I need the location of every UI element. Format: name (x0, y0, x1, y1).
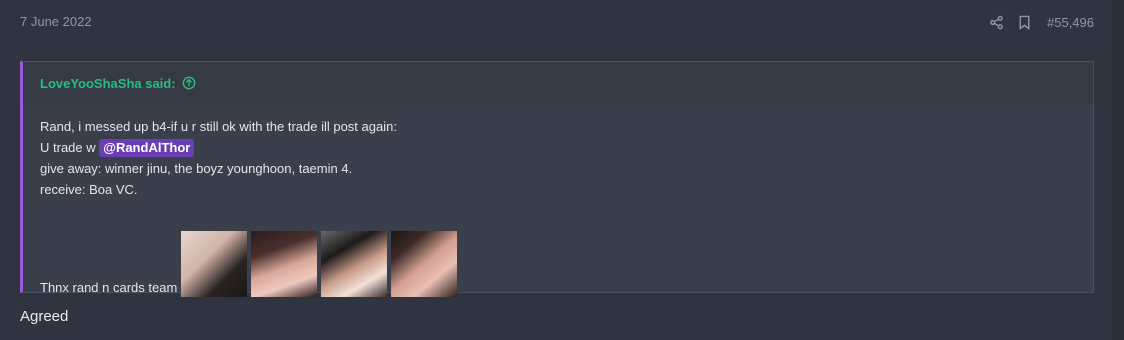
thanks-line: Thnx rand n cards team (40, 231, 1076, 297)
quote-author-link[interactable]: LoveYooShaSha said: (40, 76, 176, 91)
quote-line-2-prefix: U trade w (40, 140, 96, 155)
scrollbar[interactable] (1112, 0, 1124, 340)
emoji-image-4 (391, 231, 458, 297)
post-header: 7 June 2022 #55,496 (0, 0, 1124, 44)
quote-line-2: U trade w @RandAlThor (40, 137, 1076, 158)
quote-header: LoveYooShaSha said: (23, 62, 1093, 104)
post-number-link[interactable]: #55,496 (1047, 15, 1094, 30)
bookmark-icon[interactable] (1018, 15, 1031, 30)
quote-line-1: Rand, i messed up b4-if u r still ok wit… (40, 119, 397, 134)
emoji-image-1 (181, 231, 248, 297)
quote-content: Rand, i messed up b4-if u r still ok wit… (23, 104, 1093, 297)
emoji-image-3 (321, 231, 388, 297)
share-icon[interactable] (989, 15, 1004, 30)
quote-block: LoveYooShaSha said: Rand, i messed up b4… (20, 61, 1094, 297)
thanks-text: Thnx rand n cards team (40, 280, 178, 295)
quote-line-3: give away: winner jinu, the boyz youngho… (40, 161, 353, 176)
quote-line-4: receive: Boa VC. (40, 182, 138, 197)
post-actions: #55,496 (989, 12, 1094, 32)
post-body: LoveYooShaSha said: Rand, i messed up b4… (0, 44, 1112, 340)
user-mention[interactable]: @RandAlThor (99, 139, 195, 157)
post-date[interactable]: 7 June 2022 (20, 14, 92, 29)
reply-text: Agreed (20, 308, 69, 325)
arrow-up-circle-icon[interactable] (182, 76, 196, 90)
emoji-image-2 (251, 231, 318, 297)
